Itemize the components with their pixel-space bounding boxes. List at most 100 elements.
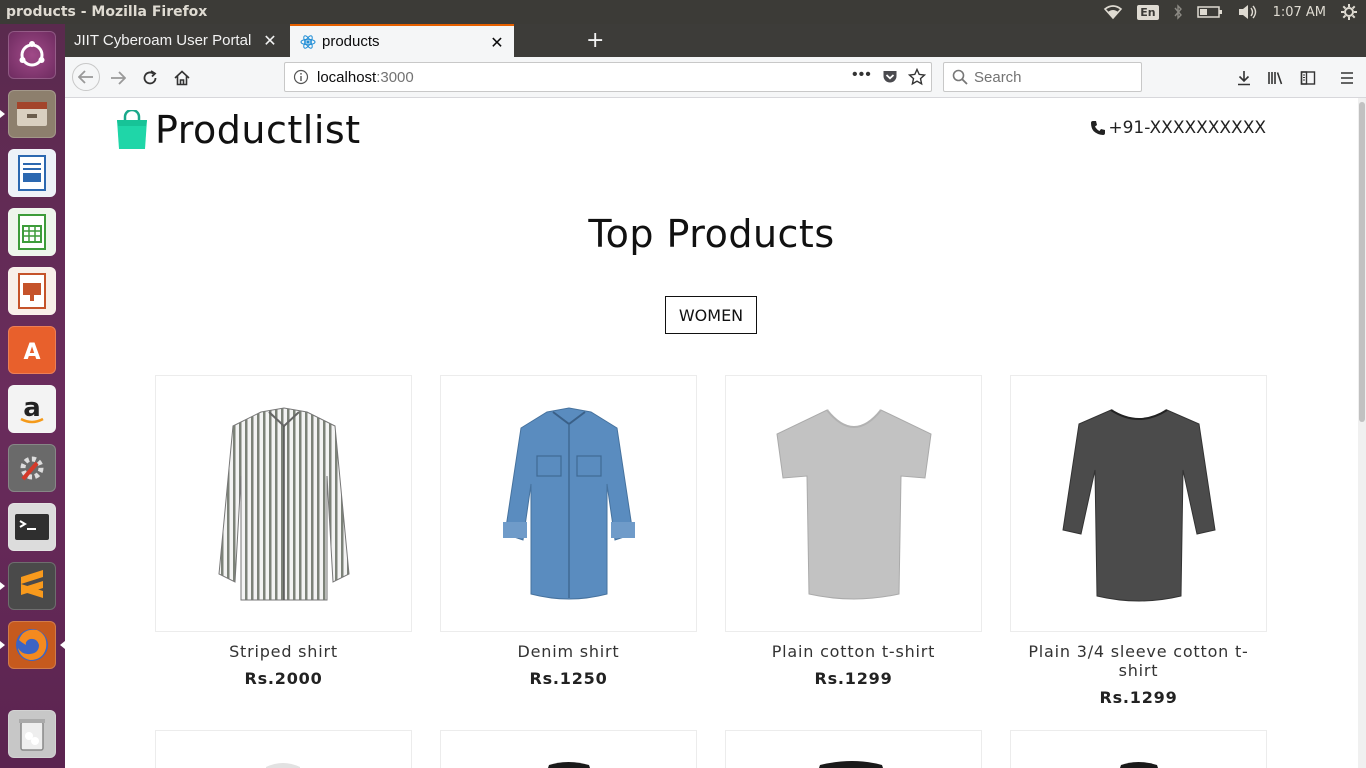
amazon-logo-icon: a [8,385,56,433]
product-card[interactable]: Denim shirt Rs.1250 [440,375,697,688]
product-name[interactable]: Denim shirt [440,642,697,661]
new-tab-plus-icon[interactable]: + [586,28,604,53]
launcher-trash[interactable] [6,708,58,760]
product-card-partial[interactable] [725,730,982,768]
launcher-libreoffice-writer[interactable] [6,147,58,199]
calc-spreadsheet-icon [8,208,56,256]
library-icon [1268,72,1283,85]
os-top-panel: products - Mozilla Firefox En 1:07 AM [0,0,1366,24]
sublime-logo-icon [8,562,56,610]
files-icon [8,90,56,138]
tab-products[interactable]: products ✕ [290,24,514,57]
wifi-icon[interactable] [1103,4,1123,20]
product-card-partial[interactable] [1010,730,1267,768]
close-tab-icon[interactable]: ✕ [261,31,279,51]
launcher-libreoffice-calc[interactable] [6,206,58,258]
product-name[interactable]: Plain cotton t-shirt [725,642,982,661]
forward-button[interactable] [105,65,131,91]
launcher-files[interactable] [0,88,58,140]
browser-navigation-bar: localhost:3000 ••• Search [65,57,1366,98]
pocket-icon[interactable] [882,69,898,85]
brand-logo-link[interactable]: Productlist [115,108,361,152]
ubuntu-logo-icon [8,31,56,79]
unity-launcher: A a [0,24,65,768]
search-placeholder: Search [974,68,1022,86]
product-price: Rs.2000 [244,669,323,688]
bluetooth-icon[interactable] [1173,4,1183,20]
product-image-partial [1120,762,1158,768]
product-card[interactable]: Striped shirt Rs.2000 [155,375,412,688]
volume-icon[interactable] [1237,4,1259,20]
site-header: Productlist +91-XXXXXXXXXX [115,108,1266,152]
product-name[interactable]: Plain 3/4 sleeve cotton t-shirt [1010,642,1267,680]
launcher-terminal[interactable] [6,501,58,553]
launcher-ubuntu-software[interactable]: A [6,324,58,376]
product-image[interactable] [155,375,412,632]
product-image[interactable] [1010,375,1267,632]
tab-label: products [322,33,380,50]
impress-presentation-icon [8,267,56,315]
url-host-text: localhost [317,68,377,86]
product-card-partial[interactable] [440,730,697,768]
page-scrollbar-thumb[interactable] [1359,102,1365,422]
writer-document-icon [8,149,56,197]
launcher-firefox[interactable] [0,619,65,671]
product-price: Rs.1299 [814,669,893,688]
settings-wrench-icon [8,444,56,492]
product-image[interactable] [440,375,697,632]
product-card[interactable]: Plain 3/4 sleeve cotton t-shirt Rs.1299 [1010,375,1267,707]
launcher-amazon[interactable]: a [6,383,58,435]
dark-tshirt-image [1061,408,1216,601]
running-indicator [0,110,5,118]
tab-label: JIIT Cyberoam User Portal [74,32,252,49]
session-gear-icon[interactable] [1340,3,1358,21]
firefox-logo-icon [8,621,56,669]
product-image-partial [819,761,883,768]
react-favicon-icon [300,34,316,50]
contact-phone[interactable]: +91-XXXXXXXXXX [1090,118,1266,138]
launcher-libreoffice-impress[interactable] [6,265,58,317]
clock[interactable]: 1:07 AM [1273,5,1326,20]
page-actions-more-icon[interactable]: ••• [852,66,872,84]
brand-name: Productlist [155,108,361,152]
open-menu-button[interactable] [1334,65,1360,91]
product-image[interactable] [725,375,982,632]
product-price: Rs.1250 [529,669,608,688]
product-name[interactable]: Striped shirt [155,642,412,661]
hamburger-menu-icon [1341,72,1353,84]
web-page-content: Productlist +91-XXXXXXXXXX Top Products … [65,98,1358,768]
section-title: Top Products [588,212,835,256]
striped-shirt-image [217,406,350,600]
downloads-button[interactable] [1231,65,1257,91]
site-info-icon[interactable] [293,69,309,85]
home-button[interactable] [169,65,195,91]
product-card[interactable]: Plain cotton t-shirt Rs.1299 [725,375,982,688]
library-button[interactable] [1263,65,1289,91]
url-bar[interactable]: localhost:3000 ••• [284,62,932,92]
software-bag-icon: A [8,326,56,374]
launcher-sublime-text[interactable] [0,560,58,612]
search-bar[interactable]: Search [943,62,1142,92]
svg-text:A: A [23,340,40,365]
sidebar-button[interactable] [1295,65,1321,91]
phone-number: +91-XXXXXXXXXX [1108,118,1266,138]
reload-icon [143,70,157,85]
women-filter-button[interactable]: WOMEN [665,296,757,334]
bookmark-star-icon[interactable] [908,68,926,86]
tab-jiit-portal[interactable]: JIIT Cyberoam User Portal ✕ [65,24,287,57]
reload-button[interactable] [137,65,163,91]
keyboard-language-indicator[interactable]: En [1137,4,1159,20]
arrow-left-icon [78,70,93,84]
system-indicators: En 1:07 AM [1103,0,1358,24]
product-card-partial[interactable] [155,730,412,768]
back-button[interactable] [72,63,100,91]
running-indicator [0,582,5,590]
launcher-system-settings[interactable] [6,442,58,494]
close-tab-icon[interactable]: ✕ [488,33,506,53]
battery-icon[interactable] [1196,5,1223,19]
running-indicator [0,641,5,649]
launcher-ubuntu-dash[interactable] [6,29,58,81]
browser-tab-bar: JIIT Cyberoam User Portal ✕ products ✕ + [65,24,1366,57]
phone-icon [1090,120,1106,136]
svg-text:a: a [23,393,41,423]
